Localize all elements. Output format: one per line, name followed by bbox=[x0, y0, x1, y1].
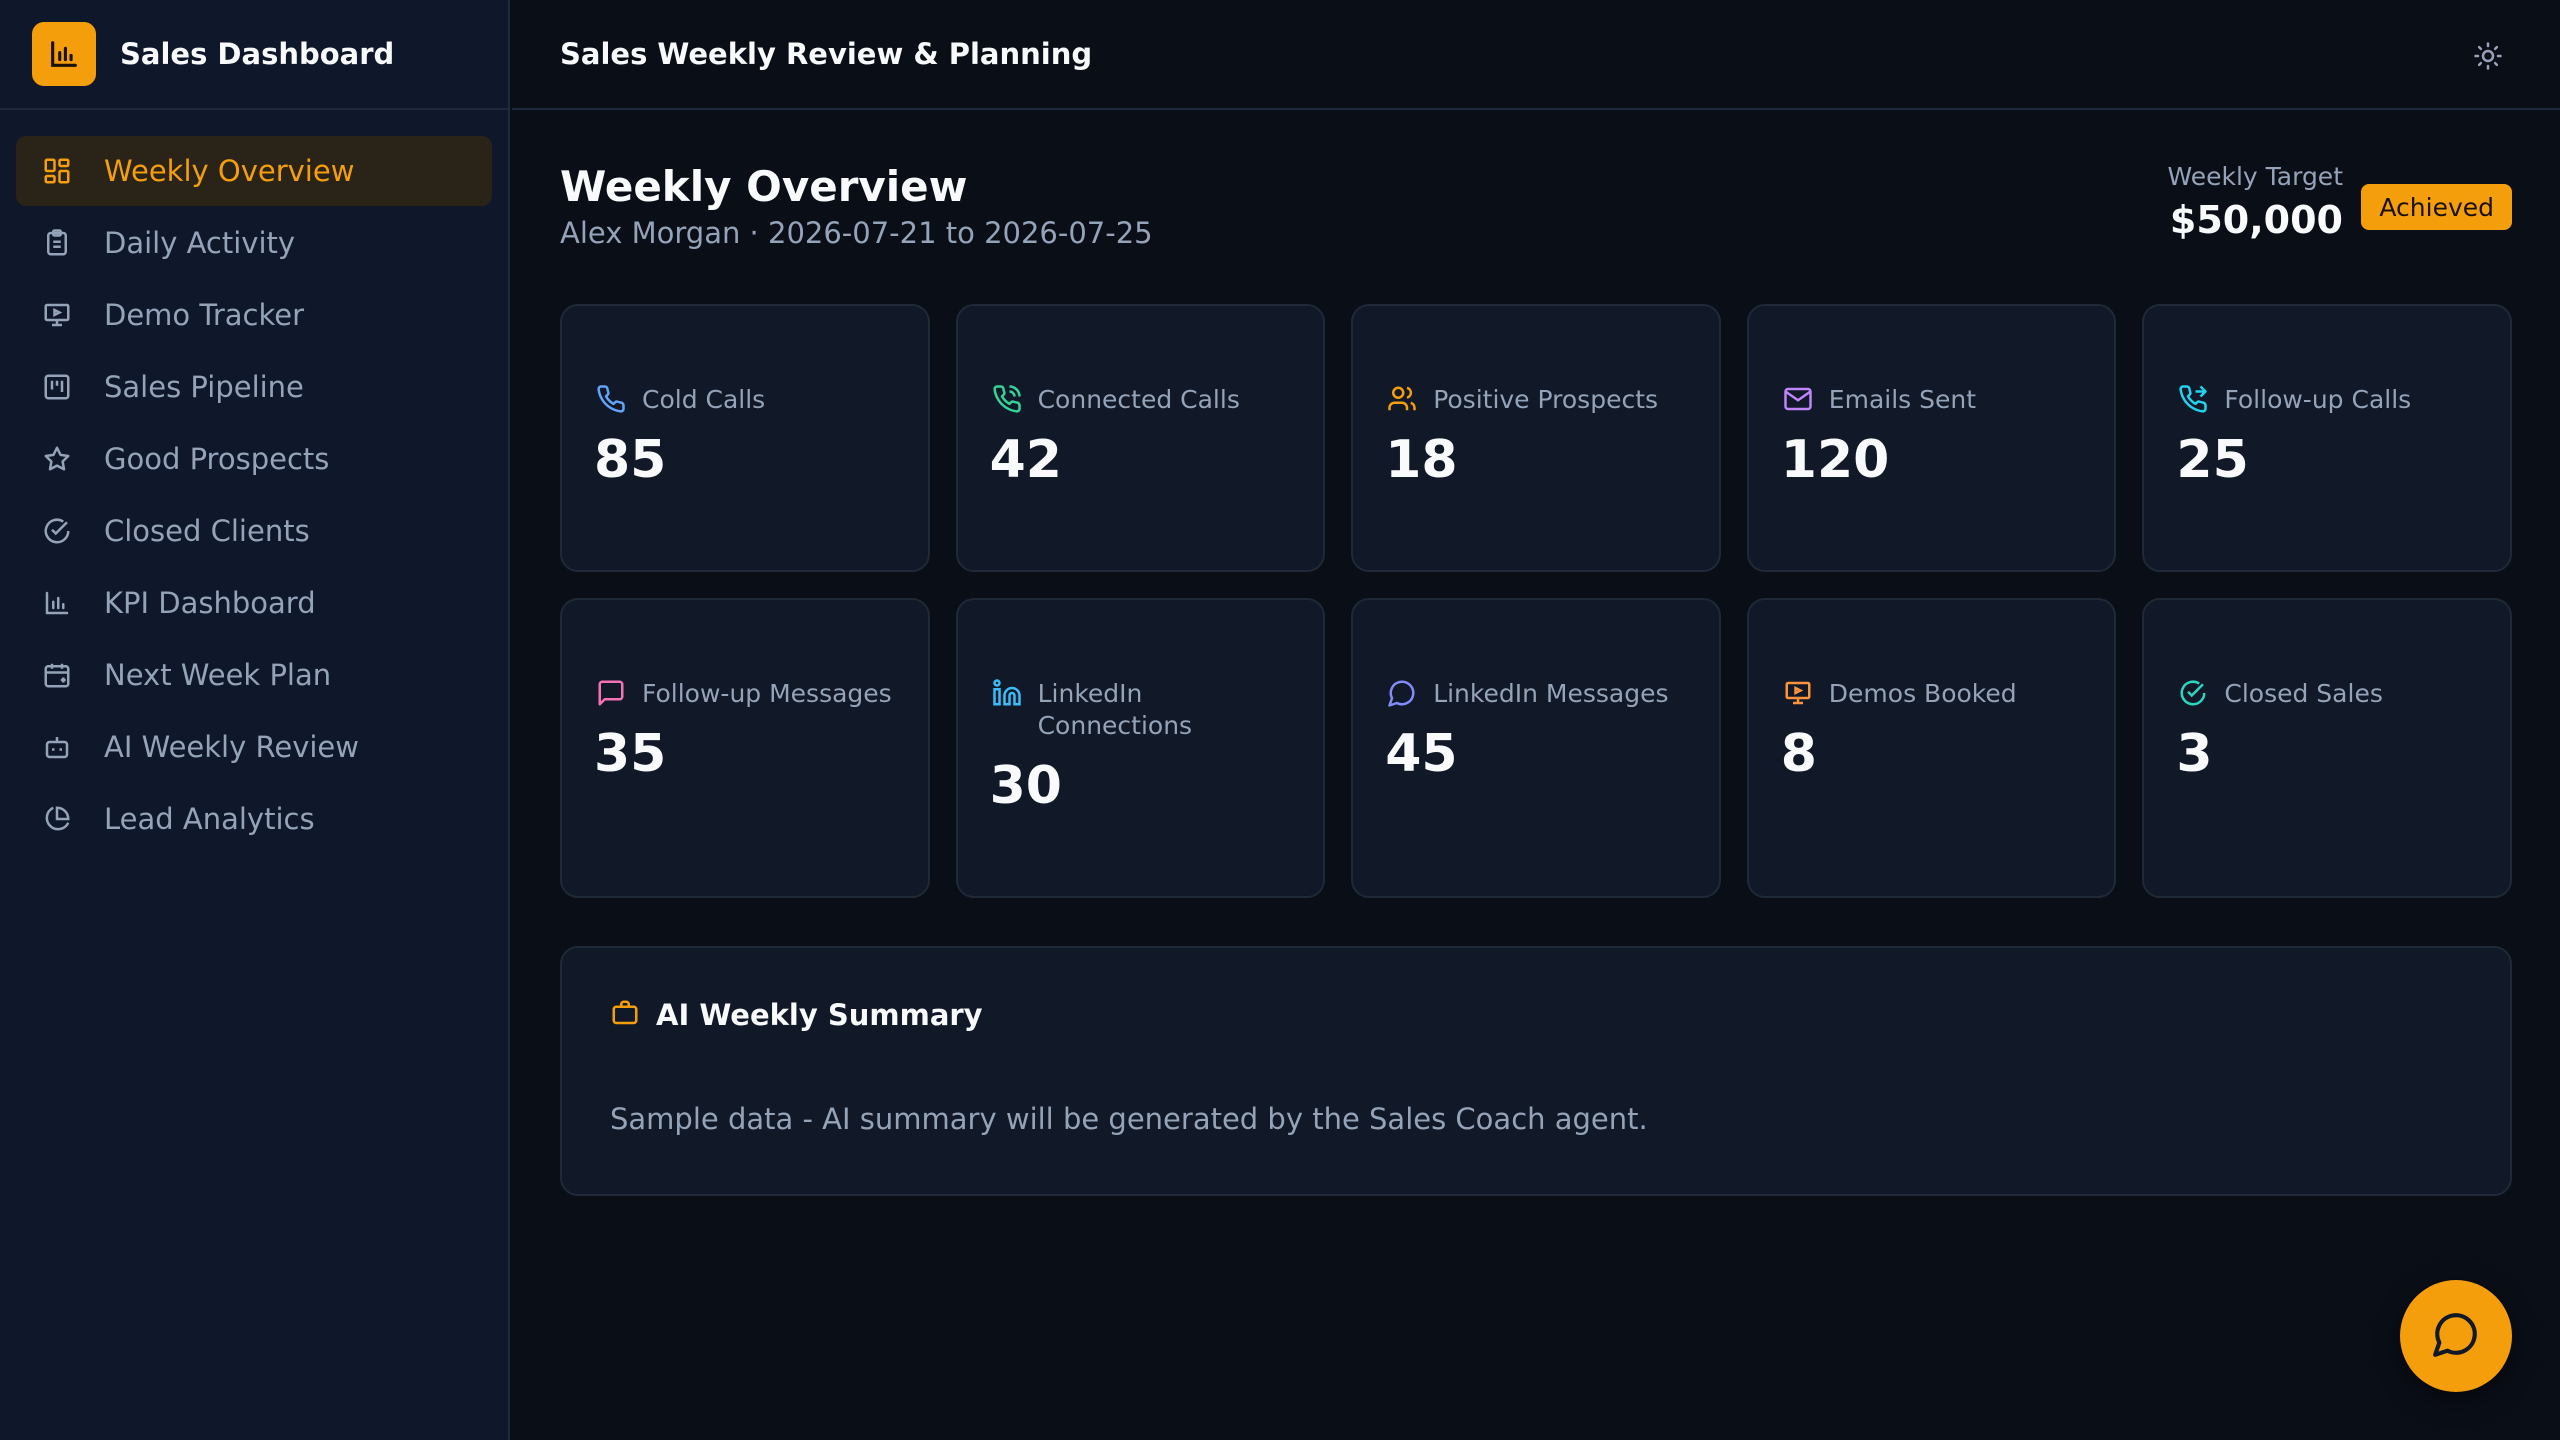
star-icon bbox=[40, 442, 74, 476]
page-subtitle: Alex Morgan · 2026-07-21 to 2026-07-25 bbox=[560, 216, 1153, 250]
sidebar-item-daily-activity[interactable]: Daily Activity bbox=[16, 208, 492, 278]
sidebar-item-label: Closed Clients bbox=[104, 514, 310, 548]
sidebar-item-label: Lead Analytics bbox=[104, 802, 315, 836]
metric-label: Demos Booked bbox=[1828, 679, 2017, 708]
sun-icon[interactable] bbox=[2472, 40, 2504, 72]
sidebar-item-label: Daily Activity bbox=[104, 226, 296, 260]
sidebar-item-closed-clients[interactable]: Closed Clients bbox=[16, 496, 492, 566]
phone-call-icon bbox=[990, 382, 1024, 416]
metrics-row-2: Follow-up Messages 35 LinkedIn Connectio… bbox=[560, 598, 2512, 898]
status-badge: Achieved bbox=[2361, 184, 2512, 230]
metric-label: Closed Sales bbox=[2224, 679, 2383, 708]
sidebar-item-label: Good Prospects bbox=[104, 442, 330, 476]
page-header: Weekly Overview Alex Morgan · 2026-07-21… bbox=[560, 110, 2512, 304]
summary-text: Sample data - AI summary will be generat… bbox=[610, 1102, 1648, 1136]
topbar: Sales Weekly Review & Planning bbox=[512, 0, 2560, 110]
metric-label: Follow-up Calls bbox=[2224, 385, 2412, 414]
phone-icon bbox=[594, 382, 628, 416]
presentation-icon bbox=[40, 298, 74, 332]
metric-label: LinkedIn Messages bbox=[1433, 679, 1669, 708]
sidebar-item-good-prospects[interactable]: Good Prospects bbox=[16, 424, 492, 494]
metric-value: 3 bbox=[2176, 724, 2213, 784]
sidebar-item-weekly-overview[interactable]: Weekly Overview bbox=[16, 136, 492, 206]
clipboard-icon bbox=[40, 226, 74, 260]
bar-chart-icon bbox=[40, 586, 74, 620]
sidebar-item-ai-weekly-review[interactable]: AI Weekly Review bbox=[16, 712, 492, 782]
briefcase-icon bbox=[610, 998, 640, 1032]
sidebar-item-demo-tracker[interactable]: Demo Tracker bbox=[16, 280, 492, 350]
sidebar-item-lead-analytics[interactable]: Lead Analytics bbox=[16, 784, 492, 854]
metric-card-closed-sales: Closed Sales 3 bbox=[2142, 598, 2512, 898]
metric-card-follow-up-calls: Follow-up Calls 25 bbox=[2142, 304, 2512, 572]
ai-weekly-summary-card: AI Weekly Summary Sample data - AI summa… bbox=[560, 946, 2512, 1196]
sidebar-nav: Weekly Overview Daily Activity Demo Trac… bbox=[0, 110, 508, 882]
metric-label: Cold Calls bbox=[642, 385, 766, 414]
metrics-row-1: Cold Calls 85 Connected Calls 42 Positiv… bbox=[560, 304, 2512, 572]
pie-chart-icon bbox=[40, 802, 74, 836]
metric-card-emails-sent: Emails Sent 120 bbox=[1746, 304, 2117, 572]
grid-icon bbox=[40, 154, 74, 188]
presentation-icon bbox=[1781, 676, 1815, 710]
metric-label: Connected Calls bbox=[1037, 385, 1240, 414]
message-circle-icon bbox=[1385, 676, 1419, 710]
metric-value: 45 bbox=[1385, 724, 1458, 784]
metric-value: 25 bbox=[2176, 430, 2249, 490]
metric-value: 18 bbox=[1385, 430, 1458, 490]
sidebar-item-label: Demo Tracker bbox=[104, 298, 304, 332]
users-icon bbox=[1385, 382, 1419, 416]
message-circle-icon bbox=[2431, 1309, 2481, 1363]
sidebar-item-next-week-plan[interactable]: Next Week Plan bbox=[16, 640, 492, 710]
chat-button[interactable] bbox=[2400, 1280, 2512, 1392]
metric-card-cold-calls: Cold Calls 85 bbox=[560, 304, 930, 572]
metric-label: Emails Sent bbox=[1828, 385, 1977, 414]
sidebar-item-label: Sales Pipeline bbox=[104, 370, 304, 404]
mail-icon bbox=[1781, 382, 1815, 416]
metric-card-follow-up-messages: Follow-up Messages 35 bbox=[560, 598, 930, 898]
check-circle-icon bbox=[40, 514, 74, 548]
weekly-target-value: $50,000 bbox=[2169, 198, 2343, 242]
metric-value: 8 bbox=[1780, 724, 1817, 784]
summary-title: AI Weekly Summary bbox=[656, 998, 983, 1032]
sidebar: Sales Dashboard Weekly Overview Daily Ac… bbox=[0, 0, 510, 1440]
main-content: Weekly Overview Alex Morgan · 2026-07-21… bbox=[560, 110, 2512, 1196]
message-square-icon bbox=[594, 676, 628, 710]
linkedin-icon bbox=[990, 676, 1024, 710]
phone-forwarded-icon bbox=[2176, 382, 2210, 416]
metric-value: 85 bbox=[594, 430, 667, 490]
app-title: Sales Dashboard bbox=[120, 37, 395, 71]
brand: Sales Dashboard bbox=[0, 0, 508, 110]
metric-card-linkedin-messages: LinkedIn Messages 45 bbox=[1351, 598, 1721, 898]
sidebar-item-kpi-dashboard[interactable]: KPI Dashboard bbox=[16, 568, 492, 638]
calendar-icon bbox=[40, 658, 74, 692]
check-circle-icon bbox=[2176, 676, 2210, 710]
sidebar-item-sales-pipeline[interactable]: Sales Pipeline bbox=[16, 352, 492, 422]
metric-label: LinkedIn Connections bbox=[1037, 679, 1193, 740]
metric-label: Follow-up Messages bbox=[642, 679, 892, 708]
metric-card-positive-prospects: Positive Prospects 18 bbox=[1351, 304, 1721, 572]
metric-card-linkedin-connections: LinkedIn Connections 30 bbox=[955, 598, 1326, 898]
metric-value: 35 bbox=[594, 724, 667, 784]
metric-card-connected-calls: Connected Calls 42 bbox=[955, 304, 1326, 572]
sidebar-item-label: AI Weekly Review bbox=[104, 730, 359, 764]
sidebar-item-label: KPI Dashboard bbox=[104, 586, 316, 620]
metric-card-demos-booked: Demos Booked 8 bbox=[1746, 598, 2117, 898]
metric-value: 42 bbox=[989, 430, 1062, 490]
weekly-target-label: Weekly Target bbox=[2167, 162, 2343, 191]
metric-value: 30 bbox=[989, 756, 1062, 816]
kanban-icon bbox=[40, 370, 74, 404]
app: Sales Dashboard Weekly Overview Daily Ac… bbox=[0, 0, 2560, 1440]
bot-icon bbox=[40, 730, 74, 764]
sidebar-item-label: Weekly Overview bbox=[104, 154, 355, 188]
metric-value: 120 bbox=[1780, 430, 1890, 490]
header-title: Sales Weekly Review & Planning bbox=[560, 37, 1093, 71]
page-title: Weekly Overview bbox=[560, 162, 968, 211]
metric-label: Positive Prospects bbox=[1433, 385, 1659, 414]
bar-chart-logo-icon bbox=[32, 22, 96, 86]
sidebar-item-label: Next Week Plan bbox=[104, 658, 332, 692]
